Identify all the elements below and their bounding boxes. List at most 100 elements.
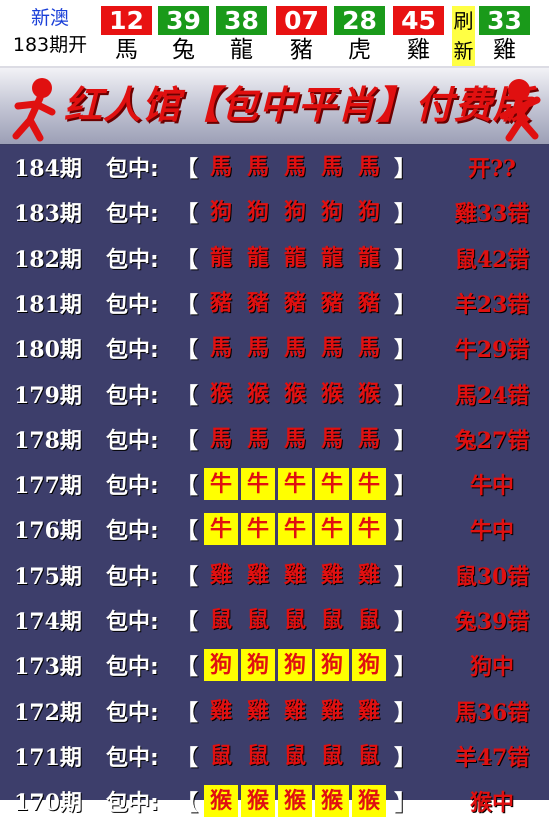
predicted-zodiac: 雞 — [357, 697, 380, 724]
predicted-zodiac: 龍 — [357, 244, 380, 271]
special-ball: 33 雞 — [479, 6, 530, 66]
period-number: 177期 — [14, 473, 82, 500]
predicted-zodiac: 馬 — [209, 154, 232, 180]
close-bracket: 】 — [394, 157, 417, 182]
predicted-zodiac: 馬 — [357, 154, 380, 180]
predicted-zodiac: 牛 — [315, 468, 349, 501]
ball-1: 12 馬 — [101, 6, 152, 66]
predicted-zodiac: 馬 — [357, 425, 380, 452]
period-number: 176期 — [14, 518, 82, 545]
open-bracket: 【 — [176, 610, 199, 635]
predicted-zodiac: 猴 — [241, 785, 275, 818]
predicted-zodiac: 馬 — [357, 335, 380, 362]
predicted-zodiac: 鼠 — [246, 607, 269, 633]
list-item: 181期 包中: 【豬豬豬豬豬】羊23错 — [0, 281, 549, 326]
list-item: 172期 包中: 【雞雞雞雞雞】馬36错 — [0, 689, 549, 734]
predicted-zodiac: 馬 — [283, 335, 306, 362]
close-bracket: 】 — [394, 655, 417, 681]
predicted-zodiac: 馬 — [246, 425, 269, 452]
predicted-zodiac: 猴 — [352, 785, 386, 818]
prediction-label: 包中: — [106, 655, 159, 681]
period-number: 179期 — [14, 382, 82, 409]
ball-zodiac: 雞 — [493, 37, 516, 63]
predicted-zodiac: 鼠 — [209, 607, 232, 633]
predicted-zodiac: 鼠 — [320, 607, 343, 633]
prediction-label: 包中: — [106, 292, 159, 318]
prediction-label: 包中: — [106, 383, 159, 409]
predicted-zodiac: 鼠 — [357, 607, 380, 633]
refresh-button[interactable]: 刷新 — [452, 6, 475, 66]
draw-result-header: 新澳 183期开 12 馬 39 兔 38 龍 07 豬 28 虎 45 雞 刷… — [0, 0, 549, 66]
predicted-zodiac: 龍 — [283, 244, 306, 271]
predicted-zodiac: 鼠 — [283, 742, 306, 769]
predicted-zodiac: 雞 — [283, 561, 306, 588]
open-bracket: 【 — [176, 791, 199, 817]
predicted-zodiac: 豬 — [209, 289, 232, 316]
predicted-zodiac: 狗 — [278, 649, 312, 682]
ball-zodiac: 豬 — [290, 37, 313, 63]
predicted-zodiac: 馬 — [283, 154, 306, 180]
open-bracket: 【 — [176, 474, 199, 500]
predicted-zodiac: 狗 — [315, 649, 349, 682]
prediction-label: 包中: — [106, 700, 159, 726]
predicted-zodiac: 狗 — [246, 199, 269, 226]
predicted-zodiac: 雞 — [320, 697, 343, 724]
period-number: 178期 — [14, 427, 82, 454]
list-item: 177期 包中: 【牛牛牛牛牛】牛中 — [0, 462, 549, 507]
ball-5: 28 虎 — [334, 6, 385, 66]
predicted-zodiac: 狗 — [357, 199, 380, 226]
predicted-zodiac: 猴 — [246, 380, 269, 407]
result-text: 牛29错 — [454, 337, 530, 364]
predicted-zodiac: 馬 — [209, 335, 232, 362]
open-bracket: 【 — [176, 700, 199, 726]
banner: 红人馆【包中平肖】付费版 — [0, 66, 549, 147]
predicted-zodiac: 馬 — [320, 154, 343, 180]
open-bracket: 【 — [176, 745, 199, 771]
predicted-zodiac: 馬 — [320, 335, 343, 362]
ball-number: 45 — [393, 6, 444, 35]
predicted-zodiac: 狗 — [204, 649, 238, 682]
predicted-zodiac: 雞 — [209, 697, 232, 724]
period-number: 183期 — [14, 201, 82, 228]
predicted-zodiac: 馬 — [246, 335, 269, 362]
result-text: 开?? — [468, 156, 516, 182]
predicted-zodiac: 牛 — [241, 513, 275, 546]
predicted-zodiac: 鼠 — [246, 742, 269, 769]
ball-4: 07 豬 — [276, 6, 327, 66]
predicted-zodiac: 鼠 — [357, 742, 380, 769]
predicted-zodiac: 馬 — [320, 425, 343, 452]
predicted-zodiac: 馬 — [283, 425, 306, 452]
predicted-zodiac: 龍 — [246, 244, 269, 271]
open-bracket: 【 — [176, 428, 199, 454]
prediction-label: 包中: — [106, 745, 159, 771]
ball-6: 45 雞 — [393, 6, 444, 66]
close-bracket: 】 — [394, 338, 417, 364]
predicted-zodiac: 馬 — [209, 425, 232, 452]
prediction-label: 包中: — [106, 610, 159, 635]
predicted-zodiac: 牛 — [315, 513, 349, 546]
period-number: 181期 — [14, 291, 82, 318]
brand-name: 新澳 — [30, 7, 69, 29]
list-item: 182期 包中: 【龍龍龍龍龍】鼠42错 — [0, 236, 549, 281]
prediction-label: 包中: — [106, 338, 159, 364]
list-item: 175期 包中: 【雞雞雞雞雞】鼠30错 — [0, 553, 549, 598]
predicted-zodiac: 牛 — [278, 513, 312, 546]
ball-3: 38 龍 — [216, 6, 267, 66]
lottery-brand: 新澳 183期开 — [4, 6, 96, 60]
predicted-zodiac: 狗 — [283, 199, 306, 226]
open-bracket: 【 — [176, 247, 199, 273]
predicted-zodiac: 猴 — [283, 380, 306, 407]
predicted-zodiac: 豬 — [246, 289, 269, 316]
close-bracket: 】 — [394, 202, 417, 228]
running-figure-icon — [499, 79, 541, 142]
open-bracket: 【 — [176, 655, 199, 681]
period-number: 184期 — [14, 156, 82, 182]
open-bracket: 【 — [176, 564, 199, 590]
close-bracket: 】 — [394, 791, 417, 817]
result-text: 雞33错 — [454, 201, 530, 228]
prediction-label: 包中: — [106, 564, 159, 590]
open-bracket: 【 — [176, 157, 199, 182]
result-text: 馬36错 — [454, 699, 530, 726]
predicted-zodiac: 猴 — [320, 380, 343, 407]
close-bracket: 】 — [394, 292, 417, 318]
